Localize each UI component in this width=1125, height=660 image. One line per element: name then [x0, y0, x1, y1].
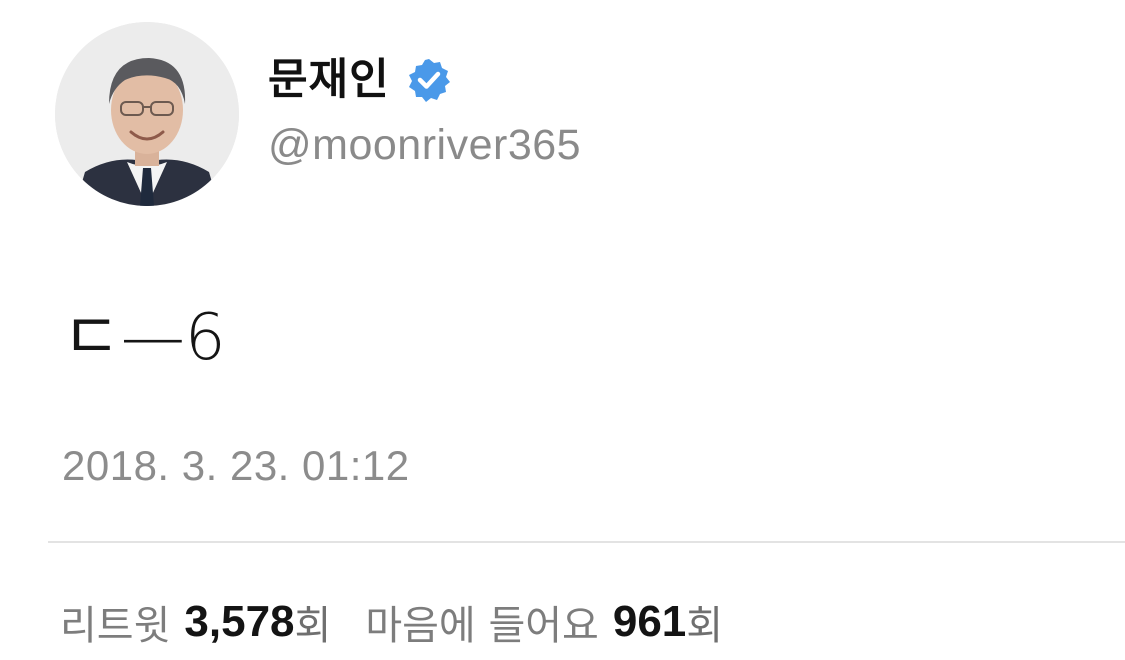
retweet-count: 3,578: [184, 597, 295, 646]
avatar[interactable]: [55, 22, 239, 206]
verified-badge-icon: [408, 59, 450, 102]
user-handle[interactable]: @moonriver365: [268, 118, 581, 172]
like-label: 마음에 들어요: [365, 603, 599, 649]
retweet-unit: 회: [294, 603, 332, 649]
divider: [48, 541, 1125, 543]
tweet-timestamp[interactable]: 2018. 3. 23. 01:12: [62, 438, 410, 494]
retweet-label: 리트윗: [60, 603, 171, 649]
like-unit: 회: [686, 603, 724, 649]
tweet-stats: 리트윗 3,578 회 마음에 들어요 961 회: [60, 592, 723, 652]
display-name[interactable]: 문재인: [268, 52, 390, 108]
tweet-text: ㄷ—6: [62, 301, 226, 375]
retweet-stat[interactable]: 리트윗 3,578 회: [60, 593, 331, 651]
name-row: 문재인: [268, 52, 452, 108]
avatar-photo: [55, 22, 239, 206]
tweet-card: 문재인 @moonriver365 ㄷ—6 2018. 3. 23. 01:12…: [0, 0, 1125, 660]
like-stat[interactable]: 마음에 들어요 961 회: [365, 593, 723, 651]
like-count: 961: [612, 597, 687, 646]
